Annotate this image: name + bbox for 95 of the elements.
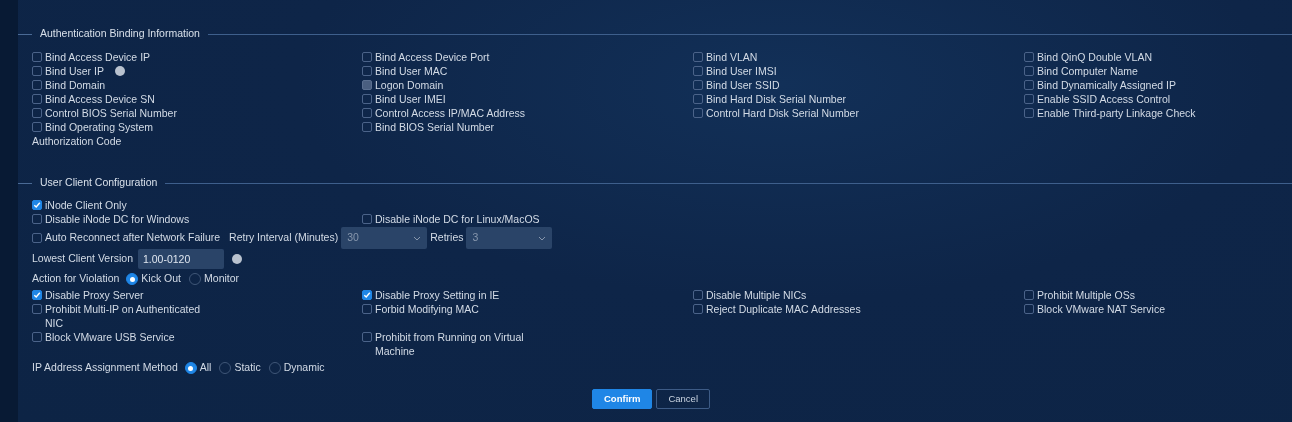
checkbox[interactable]	[32, 66, 42, 76]
checkbox-label: Forbid Modifying MAC	[375, 302, 479, 316]
radio-label: Static	[234, 360, 261, 376]
checkbox[interactable]	[362, 94, 372, 104]
checkbox-label: Bind User IP	[45, 64, 104, 78]
section-title: User Client Configuration	[39, 175, 159, 191]
checkbox-label: Bind Computer Name	[1037, 64, 1138, 78]
checkbox-label: Bind VLAN	[706, 50, 758, 64]
checkbox[interactable]	[1024, 290, 1034, 300]
checkbox-label: Control Hard Disk Serial Number	[706, 106, 859, 120]
checkbox[interactable]	[693, 108, 703, 118]
checkbox-label: Bind Access Device Port	[375, 50, 490, 64]
checkbox[interactable]	[362, 122, 372, 132]
checkbox-label: iNode Client Only	[45, 198, 127, 212]
checkbox-label: Bind BIOS Serial Number	[375, 120, 495, 134]
checkbox-label: Disable iNode DC for Windows	[45, 212, 190, 226]
checkbox[interactable]	[32, 122, 42, 132]
checkbox-label: Bind User SSID	[706, 78, 780, 92]
checkbox[interactable]	[362, 52, 372, 62]
checkbox-label: Bind Dynamically Assigned IP	[1037, 78, 1176, 92]
checkbox[interactable]	[693, 52, 703, 62]
checkbox[interactable]	[362, 304, 372, 314]
checkbox-label: Enable Third-party Linkage Check	[1037, 106, 1196, 120]
help-icon[interactable]	[232, 253, 242, 264]
checkbox[interactable]	[1024, 80, 1034, 90]
checkbox-label: Bind User IMSI	[706, 64, 777, 78]
radio-label: Kick Out	[141, 271, 182, 287]
field-label: Retries	[430, 230, 464, 246]
checkbox-label: Prohibit Multi-IP on Authenticated NIC	[45, 302, 202, 330]
checkbox-label: Logon Domain	[375, 78, 444, 92]
checkbox[interactable]	[362, 66, 372, 76]
checkbox[interactable]	[693, 66, 703, 76]
checkbox[interactable]	[32, 52, 42, 62]
cancel-button[interactable]: Cancel	[656, 389, 710, 409]
checkbox-label: Enable SSID Access Control	[1037, 92, 1171, 106]
checkbox-label: Auto Reconnect after Network Failure	[45, 230, 221, 246]
checkbox[interactable]	[32, 200, 42, 210]
checkbox[interactable]	[362, 332, 372, 342]
dropdown[interactable]: 30	[341, 227, 428, 249]
field-label: Retry Interval (Minutes)	[229, 230, 339, 246]
checkbox[interactable]	[32, 80, 42, 90]
checkbox[interactable]	[1024, 94, 1034, 104]
checkbox[interactable]	[362, 108, 372, 118]
checkbox[interactable]	[1024, 52, 1034, 62]
checkbox-label: Bind Domain	[45, 78, 106, 92]
checkbox[interactable]	[1024, 304, 1034, 314]
checkbox-label: Prohibit Multiple OSs	[1037, 288, 1136, 302]
checkbox-label: Bind Access Device SN	[45, 92, 155, 106]
checkbox[interactable]	[693, 290, 703, 300]
checkbox-label: Control BIOS Serial Number	[45, 106, 177, 120]
radio-label: Dynamic	[283, 360, 325, 376]
field-label: Authorization Code	[32, 135, 122, 147]
checkbox-label: Disable Proxy Server	[45, 288, 144, 302]
checkbox-label: Reject Duplicate MAC Addresses	[706, 302, 861, 316]
checkbox-label: Bind QinQ Double VLAN	[1037, 50, 1152, 64]
checkbox[interactable]	[32, 290, 42, 300]
checkbox[interactable]	[362, 290, 372, 300]
checkbox-label: Bind Hard Disk Serial Number	[706, 92, 847, 106]
checkbox-label: Bind User IMEI	[375, 92, 446, 106]
checkbox[interactable]	[1024, 66, 1034, 76]
checkbox-label: Block VMware USB Service	[45, 330, 175, 344]
checkbox-label: Bind User MAC	[375, 64, 448, 78]
checkbox[interactable]	[32, 214, 42, 224]
checkbox-label: Bind Access Device IP	[45, 50, 151, 64]
help-icon[interactable]	[114, 66, 125, 76]
checkbox-label: Disable Multiple NICs	[706, 288, 807, 302]
checkbox[interactable]	[693, 80, 703, 90]
section-title: Authentication Binding Information	[39, 26, 201, 42]
checkbox[interactable]	[1024, 108, 1034, 118]
checkbox[interactable]	[693, 304, 703, 314]
checkbox[interactable]	[32, 94, 42, 104]
checkbox[interactable]	[32, 233, 42, 243]
chevron-down-icon	[538, 235, 547, 241]
checkbox-label: Control Access IP/MAC Address	[375, 106, 525, 120]
checkbox[interactable]	[693, 94, 703, 104]
checkbox-label: Disable Proxy Setting in IE	[375, 288, 500, 302]
version-input[interactable]: 1.00-0120	[138, 248, 224, 269]
checkbox[interactable]	[362, 214, 372, 224]
radio-label: Monitor	[204, 271, 240, 287]
checkbox[interactable]	[32, 332, 42, 342]
confirm-button[interactable]: Confirm	[592, 389, 653, 409]
checkbox-label: Disable iNode DC for Linux/MacOS	[375, 212, 540, 226]
checkbox-label: Prohibit from Running on Virtual Machine	[375, 330, 525, 358]
field-label: Action for Violation	[32, 271, 120, 287]
checkbox-label: Bind Operating System	[45, 120, 153, 134]
radio-button[interactable]	[184, 362, 197, 374]
chevron-down-icon	[413, 235, 422, 241]
checkbox-label: Block VMware NAT Service	[1037, 302, 1165, 316]
radio-label: All	[199, 360, 212, 376]
dropdown[interactable]: 3	[466, 227, 553, 249]
checkbox[interactable]	[32, 108, 42, 118]
field-label: Lowest Client Version	[32, 250, 134, 266]
field-label: IP Address Assignment Method	[32, 360, 178, 376]
checkbox[interactable]	[32, 304, 42, 314]
radio-button[interactable]	[126, 273, 139, 285]
